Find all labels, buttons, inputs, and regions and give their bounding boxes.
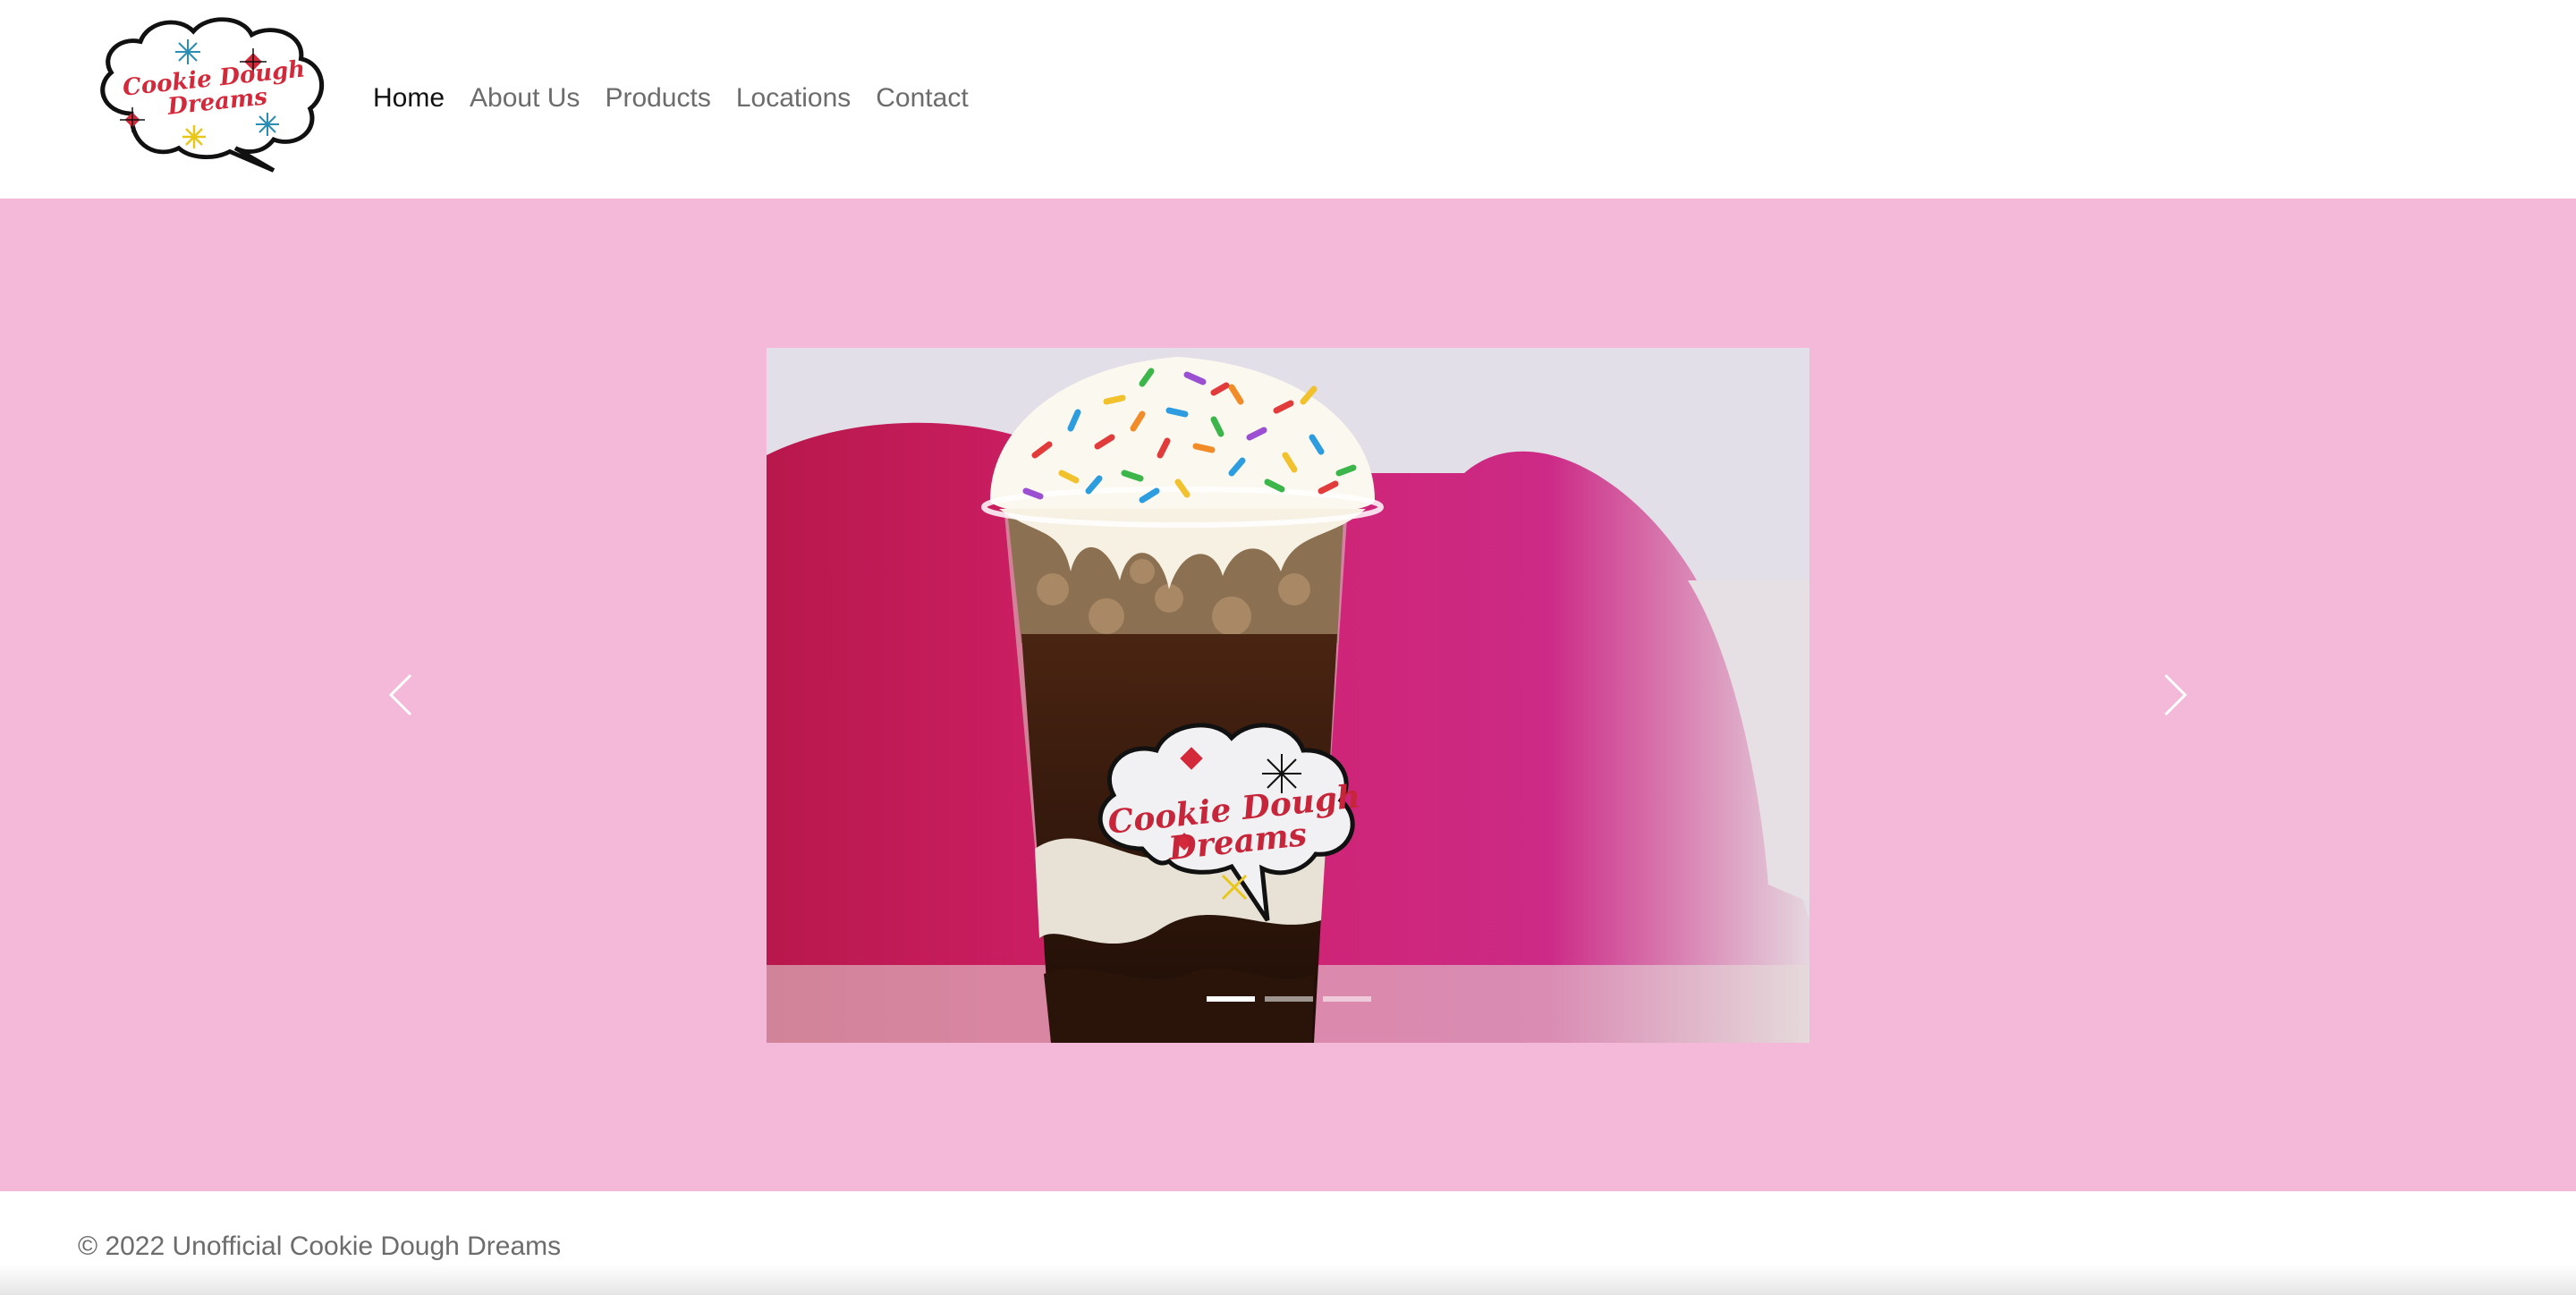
carousel-prev-button[interactable]: [374, 664, 428, 726]
carousel-indicator-1[interactable]: [1207, 996, 1255, 1002]
nav-products[interactable]: Products: [592, 80, 723, 116]
carousel-indicators: [1207, 996, 1371, 1002]
chevron-left-icon: [388, 673, 412, 716]
footer-shadow: [0, 1265, 2576, 1295]
nav-locations[interactable]: Locations: [724, 80, 863, 116]
carousel-next-button[interactable]: [2148, 664, 2202, 726]
carousel-indicator-3[interactable]: [1323, 996, 1371, 1002]
sundae-cup-photo: Cookie Dough Dreams: [767, 348, 1809, 1043]
nav-about-us[interactable]: About Us: [457, 80, 592, 116]
carousel-slide-image: Cookie Dough Dreams: [767, 348, 1809, 1043]
cookie-dough-dreams-logo: Cookie Dough Dreams: [100, 17, 325, 173]
carousel-indicator-2[interactable]: [1265, 996, 1313, 1002]
nav-contact[interactable]: Contact: [863, 80, 980, 116]
copyright-text: © 2022 Unofficial Cookie Dough Dreams: [78, 1232, 562, 1261]
chevron-right-icon: [2164, 673, 2188, 716]
hero-carousel: Cookie Dough Dreams: [0, 199, 2576, 1191]
nav-home[interactable]: Home: [373, 80, 457, 116]
main-nav: Home About Us Products Locations Contact: [373, 80, 981, 116]
site-footer: © 2022 Unofficial Cookie Dough Dreams: [0, 1191, 2576, 1295]
brand-logo[interactable]: Cookie Dough Dreams: [93, 16, 331, 179]
site-header: Cookie Dough Dreams Home About Us Produc…: [0, 0, 2576, 199]
